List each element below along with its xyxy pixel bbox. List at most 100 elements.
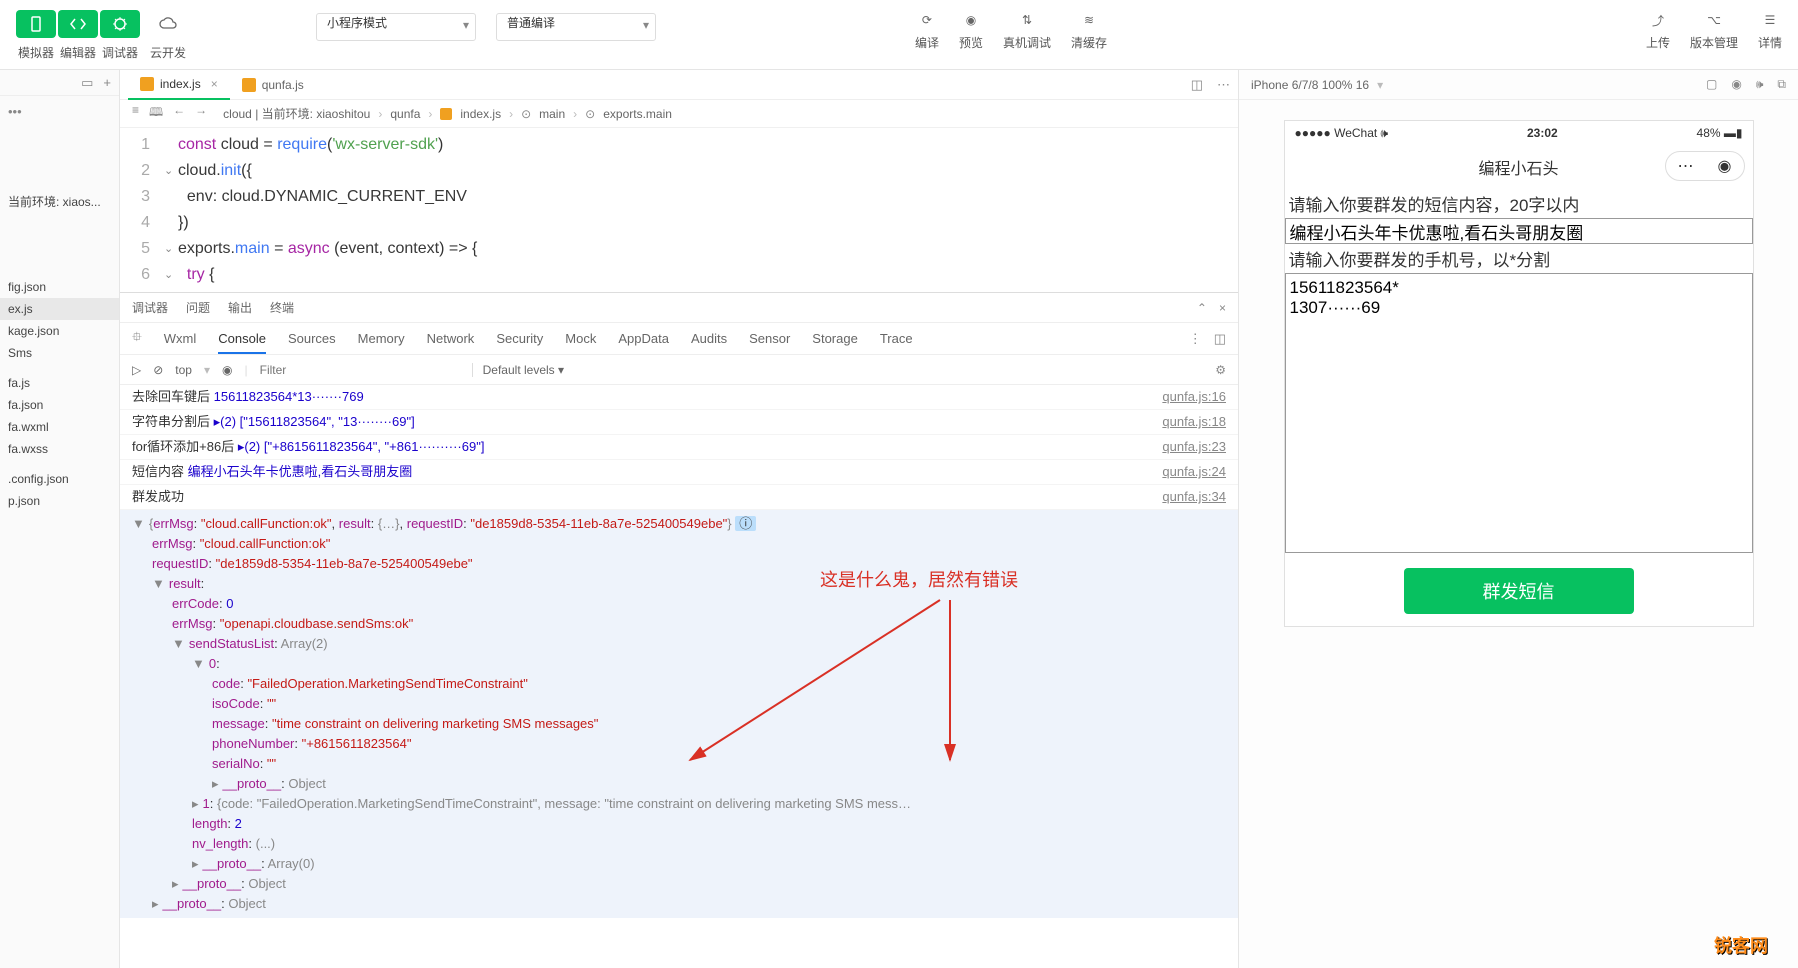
- dt-tab-debugger[interactable]: 调试器: [132, 299, 168, 316]
- console-log-row[interactable]: 字符串分割后 ▸(2) ["15611823564", "13········6…: [120, 410, 1238, 435]
- phone-list-label: 请输入你要群发的手机号，以*分割: [1285, 244, 1753, 273]
- cloud-dev-button[interactable]: [148, 10, 188, 38]
- more-icon[interactable]: ⋯: [1217, 77, 1230, 93]
- subtab-storage[interactable]: Storage: [812, 331, 858, 346]
- debugger-label: 调试器: [100, 44, 140, 61]
- file-sidebar: ▭ + ••• 当前环境: xiaos... fig.jsonex.jskage.…: [0, 70, 120, 968]
- sim-popout-icon[interactable]: ⧉: [1777, 77, 1786, 92]
- js-file-icon: [140, 77, 154, 91]
- dt-more-icon[interactable]: ⋮: [1189, 331, 1202, 347]
- console-log-row[interactable]: for循环添加+86后 ▸(2) ["+8615611823564", "+86…: [120, 435, 1238, 460]
- console-log-row[interactable]: 群发成功qunfa.js:34: [120, 485, 1238, 510]
- sidebar-more[interactable]: •••: [0, 96, 119, 127]
- version-icon[interactable]: ⌥: [1704, 10, 1724, 30]
- subtab-audits[interactable]: Audits: [691, 331, 727, 346]
- code-editor[interactable]: 1const cloud = require('wx-server-sdk') …: [120, 128, 1238, 292]
- sim-device-icon[interactable]: ▢: [1706, 77, 1717, 92]
- inspect-icon[interactable]: ⯐: [132, 328, 142, 350]
- file-item[interactable]: [0, 460, 119, 468]
- file-item[interactable]: fig.json: [0, 276, 119, 298]
- env-label: 当前环境: xiaos...: [0, 187, 119, 216]
- subtab-sensor[interactable]: Sensor: [749, 331, 790, 346]
- sms-content-label: 请输入你要群发的短信内容，20字以内: [1285, 189, 1753, 218]
- subtab-network[interactable]: Network: [427, 331, 475, 346]
- file-item[interactable]: fa.wxml: [0, 416, 119, 438]
- forward-icon[interactable]: →: [195, 103, 207, 124]
- sms-content-input[interactable]: [1285, 218, 1753, 244]
- close-icon[interactable]: ×: [1219, 301, 1226, 315]
- collapse-icon[interactable]: ⌃: [1197, 301, 1207, 315]
- console-output: 去除回车键后 15611823564*13·······769qunfa.js:…: [120, 385, 1238, 968]
- file-item[interactable]: kage.json: [0, 320, 119, 342]
- simulator-panel: iPhone 6/7/8 100% 16▾ ▢ ◉ 🕪 ⧉ ●●●●● WeCh…: [1238, 70, 1798, 968]
- step-icon[interactable]: ▷: [132, 363, 141, 377]
- dt-tab-problems[interactable]: 问题: [186, 299, 210, 316]
- settings-icon[interactable]: ⚙: [1215, 363, 1226, 377]
- js-file-icon: [242, 78, 256, 92]
- subtab-memory[interactable]: Memory: [358, 331, 405, 346]
- file-item[interactable]: Sms: [0, 342, 119, 364]
- js-file-icon: [440, 108, 452, 120]
- back-icon[interactable]: ←: [173, 103, 185, 124]
- file-item[interactable]: fa.js: [0, 372, 119, 394]
- subtab-appdata[interactable]: AppData: [618, 331, 669, 346]
- dt-tab-terminal[interactable]: 终端: [270, 299, 294, 316]
- subtab-sources[interactable]: Sources: [288, 331, 336, 346]
- devtools-panel: 调试器 问题 输出 终端 ⌃ × ⯐ Wxml Console Sources …: [120, 292, 1238, 968]
- subtab-mock[interactable]: Mock: [565, 331, 596, 346]
- file-item[interactable]: .config.json: [0, 468, 119, 490]
- sim-mute-icon[interactable]: 🕪: [1756, 77, 1764, 92]
- subtab-wxml[interactable]: Wxml: [164, 331, 197, 346]
- file-item[interactable]: [0, 364, 119, 372]
- sidebar-plus-icon[interactable]: +: [103, 75, 111, 90]
- subtab-console[interactable]: Console: [218, 331, 266, 354]
- upload-icon[interactable]: ⤴: [1648, 10, 1668, 30]
- simulator-label: 模拟器: [16, 44, 56, 61]
- top-toolbar: 模拟器 编辑器 调试器 云开发 小程序模式 普通编译 ⟳编译 ◉预览 ⇅真机调试…: [0, 0, 1798, 70]
- console-log-row[interactable]: 短信内容 编程小石头年卡优惠啦,看石头哥朋友圈qunfa.js:24: [120, 460, 1238, 485]
- clear-cache-icon[interactable]: ≋: [1079, 10, 1099, 30]
- debugger-button[interactable]: [100, 10, 140, 38]
- phone-list-textarea[interactable]: [1285, 273, 1753, 553]
- split-editor-icon[interactable]: ◫: [1191, 77, 1203, 93]
- filter-input[interactable]: [260, 363, 460, 377]
- tab-index-js[interactable]: index.js ×: [128, 70, 230, 100]
- compile-icon[interactable]: ⟳: [917, 10, 937, 30]
- compile-select[interactable]: 普通编译: [496, 13, 656, 41]
- tab-qunfa-js[interactable]: qunfa.js: [230, 70, 316, 100]
- sim-record-icon[interactable]: ◉: [1731, 77, 1741, 92]
- file-item[interactable]: fa.json: [0, 394, 119, 416]
- preview-icon[interactable]: ◉: [961, 10, 981, 30]
- editor-button[interactable]: [58, 10, 98, 38]
- send-sms-button[interactable]: 群发短信: [1404, 568, 1634, 614]
- nav-bar: 编程小石头 ⋯◉: [1285, 145, 1753, 189]
- dt-dock-icon[interactable]: ◫: [1214, 331, 1226, 347]
- console-object[interactable]: ▼{errMsg: "cloud.callFunction:ok", resul…: [120, 510, 1238, 918]
- status-bar: ●●●●● WeChat 🕪 23:02 48% ▬▮: [1285, 121, 1753, 145]
- dt-tab-output[interactable]: 输出: [228, 299, 252, 316]
- device-select[interactable]: iPhone 6/7/8 100% 16: [1251, 78, 1369, 92]
- watermark: 锐客网: [1714, 932, 1768, 958]
- editor-tabs: index.js × qunfa.js ◫ ⋯: [120, 70, 1238, 100]
- details-icon[interactable]: ☰: [1760, 10, 1780, 30]
- remote-debug-icon[interactable]: ⇅: [1017, 10, 1037, 30]
- file-item[interactable]: p.json: [0, 490, 119, 512]
- subtab-trace[interactable]: Trace: [880, 331, 913, 346]
- bc-icon[interactable]: ≡: [132, 103, 139, 124]
- levels-select[interactable]: Default levels ▾: [472, 363, 564, 377]
- error-annotation: 这是什么鬼，居然有错误: [820, 570, 1018, 590]
- file-item[interactable]: fa.wxss: [0, 438, 119, 460]
- sidebar-icon[interactable]: ▭: [81, 75, 93, 91]
- file-item[interactable]: ex.js: [0, 298, 119, 320]
- phone-frame: ●●●●● WeChat 🕪 23:02 48% ▬▮ 编程小石头 ⋯◉ 请输入…: [1284, 120, 1754, 627]
- clear-icon[interactable]: ⊘: [153, 363, 163, 377]
- mode-select[interactable]: 小程序模式: [316, 13, 476, 41]
- close-icon[interactable]: ×: [211, 77, 218, 91]
- subtab-security[interactable]: Security: [496, 331, 543, 346]
- console-log-row[interactable]: 去除回车键后 15611823564*13·······769qunfa.js:…: [120, 385, 1238, 410]
- bookmark-icon[interactable]: 🕮: [149, 103, 163, 124]
- context-select[interactable]: top: [175, 363, 192, 377]
- eye-icon[interactable]: ◉: [222, 363, 232, 377]
- simulator-button[interactable]: [16, 10, 56, 38]
- capsule[interactable]: ⋯◉: [1665, 151, 1745, 181]
